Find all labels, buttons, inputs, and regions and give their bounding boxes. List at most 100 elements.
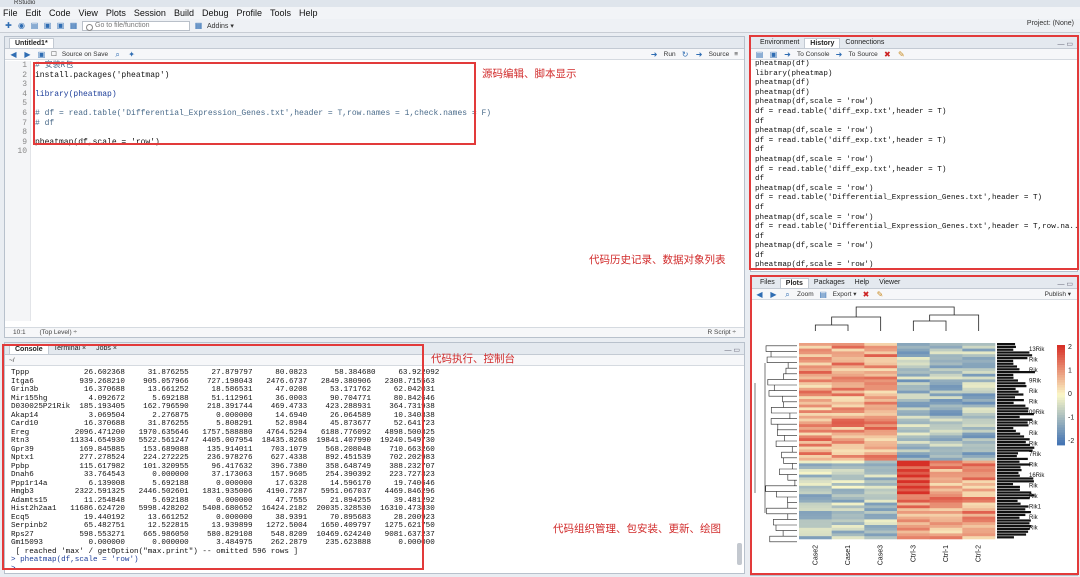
- file-type-selector[interactable]: R Script ÷: [708, 328, 737, 337]
- save-icon[interactable]: ▣: [37, 50, 46, 59]
- load-history-icon[interactable]: ▤: [755, 50, 764, 59]
- history-entry[interactable]: pheatmap(df,scale = 'row'): [755, 98, 1077, 108]
- history-entry[interactable]: pheatmap(df): [755, 89, 1077, 99]
- new-file-icon[interactable]: ✚: [4, 21, 13, 30]
- grid-icon[interactable]: ▦: [194, 21, 203, 30]
- menu-item-tools[interactable]: Tools: [270, 8, 291, 18]
- back-icon[interactable]: ◀: [9, 50, 18, 59]
- history-entry[interactable]: df = read.table('diff_exp.txt',header = …: [755, 166, 1077, 176]
- save-all-icon[interactable]: ▣: [56, 21, 65, 30]
- menu-item-debug[interactable]: Debug: [202, 8, 229, 18]
- tab-untitled1[interactable]: Untitled1*: [9, 38, 54, 48]
- history-entry[interactable]: df: [755, 204, 1077, 214]
- menu-item-view[interactable]: View: [79, 8, 98, 18]
- history-entry[interactable]: pheatmap(df): [755, 60, 1077, 70]
- code-area[interactable]: # 安装R包 install.packages('pheatmap') librar…: [35, 61, 735, 157]
- console-scrollbar[interactable]: [737, 543, 742, 565]
- history-entry[interactable]: df = read.table('diff_exp.txt',header = …: [755, 108, 1077, 118]
- history-entry[interactable]: df = read.table('diff_exp.txt',header = …: [755, 137, 1077, 147]
- history-entry[interactable]: pheatmap(df,scale = 'row'): [755, 127, 1077, 137]
- tab-viewer[interactable]: Viewer: [874, 278, 905, 288]
- history-entry[interactable]: pheatmap(df,scale = 'row'): [755, 185, 1077, 195]
- source-on-save-checkbox[interactable]: ☐: [51, 50, 57, 58]
- menu-item-plots[interactable]: Plots: [106, 8, 126, 18]
- wand-icon[interactable]: ✦: [127, 50, 136, 59]
- code-line[interactable]: install.packages('pheatmap'): [35, 71, 735, 81]
- zoom-button[interactable]: Zoom: [797, 291, 814, 298]
- source-icon[interactable]: ➜: [695, 50, 704, 59]
- history-entry[interactable]: df = read.table('Differential_Expression…: [755, 223, 1077, 233]
- history-list[interactable]: pheatmap(df) library(pheatmap) pheatmap(df…: [755, 60, 1077, 270]
- minimize-icon[interactable]: — ▭: [1057, 280, 1073, 288]
- code-line[interactable]: [35, 99, 735, 109]
- forward-icon[interactable]: ▶: [23, 50, 32, 59]
- run-icon[interactable]: ➜: [650, 50, 659, 59]
- source-button[interactable]: Source: [709, 51, 730, 58]
- zoom-icon[interactable]: ⌕: [783, 290, 792, 299]
- code-line[interactable]: # df = read.table('Differential_Expressi…: [35, 109, 735, 119]
- goto-file-input[interactable]: Go to file/function: [82, 20, 190, 31]
- tab-packages[interactable]: Packages: [809, 278, 850, 288]
- minimize-icon[interactable]: — ▭: [724, 346, 740, 354]
- code-line[interactable]: [35, 147, 735, 157]
- history-entry[interactable]: library(pheatmap): [755, 70, 1077, 80]
- remove-plot-icon[interactable]: ✖: [861, 290, 870, 299]
- tab-help[interactable]: Help: [850, 278, 874, 288]
- history-entry[interactable]: pheatmap(df,scale = 'row'): [755, 156, 1077, 166]
- code-line[interactable]: library(pheatmap): [35, 90, 735, 100]
- remove-icon[interactable]: ✖: [883, 50, 892, 59]
- broom-icon[interactable]: ✎: [897, 50, 906, 59]
- to-console-icon[interactable]: ➜: [783, 50, 792, 59]
- history-entry[interactable]: pheatmap(df,scale = 'row'): [755, 242, 1077, 252]
- menu-item-profile[interactable]: Profile: [237, 8, 263, 18]
- print-icon[interactable]: ▦: [69, 21, 78, 30]
- history-entry[interactable]: df: [755, 118, 1077, 128]
- new-project-icon[interactable]: ◉: [17, 21, 26, 30]
- export-menu[interactable]: Export ▾: [833, 290, 857, 298]
- run-button[interactable]: Run: [664, 51, 676, 58]
- open-file-icon[interactable]: ▤: [30, 21, 39, 30]
- history-entry[interactable]: pheatmap(df,scale = 'row'): [755, 214, 1077, 224]
- menu-item-file[interactable]: File: [3, 8, 18, 18]
- code-line[interactable]: [35, 128, 735, 138]
- tab-history[interactable]: History: [804, 38, 841, 48]
- export-icon[interactable]: ▤: [819, 290, 828, 299]
- project-menu[interactable]: Project: (None): [1027, 20, 1074, 27]
- code-line[interactable]: # 安装R包: [35, 61, 735, 71]
- scope-selector[interactable]: (Top Level) ÷: [39, 329, 77, 336]
- addins-menu[interactable]: Addins ▾: [207, 22, 234, 30]
- to-console-button[interactable]: To Console: [797, 51, 830, 58]
- search-icon[interactable]: ⌕: [113, 50, 122, 59]
- broom-icon[interactable]: ✎: [875, 290, 884, 299]
- code-line[interactable]: pheatmap(df,scale = 'row'): [35, 138, 735, 148]
- to-source-button[interactable]: To Source: [849, 51, 878, 58]
- menu-item-help[interactable]: Help: [299, 8, 318, 18]
- outline-icon[interactable]: ≡: [734, 51, 738, 58]
- tab-environment[interactable]: Environment: [755, 38, 804, 48]
- tab-plots[interactable]: Plots: [779, 278, 809, 288]
- code-line[interactable]: [35, 80, 735, 90]
- next-plot-icon[interactable]: ▶: [769, 290, 778, 299]
- rerun-icon[interactable]: ↻: [681, 50, 690, 59]
- publish-menu[interactable]: Publish ▾: [1045, 290, 1071, 298]
- minimize-icon[interactable]: — ▭: [1057, 40, 1073, 48]
- history-entry[interactable]: df: [755, 175, 1077, 185]
- code-line[interactable]: # df: [35, 119, 735, 129]
- history-entry[interactable]: df: [755, 146, 1077, 156]
- tab-jobs[interactable]: Jobs ×: [91, 344, 122, 354]
- tab-console[interactable]: Console: [9, 344, 49, 354]
- menu-item-build[interactable]: Build: [174, 8, 194, 18]
- save-history-icon[interactable]: ▣: [769, 50, 778, 59]
- to-source-icon[interactable]: ➜: [835, 50, 844, 59]
- history-entry[interactable]: pheatmap(df,scale = 'row'): [755, 261, 1077, 270]
- menu-item-edit[interactable]: Edit: [26, 8, 42, 18]
- history-entry[interactable]: df: [755, 233, 1077, 243]
- tab-files[interactable]: Files: [755, 278, 780, 288]
- tab-connections[interactable]: Connections: [840, 38, 889, 48]
- console-output[interactable]: Tppp 26.602368 31.876255 27.879797 80.08…: [11, 369, 731, 573]
- history-entry[interactable]: df: [755, 252, 1077, 262]
- history-entry[interactable]: pheatmap(df): [755, 79, 1077, 89]
- history-entry[interactable]: df = read.table('Differential_Expression…: [755, 194, 1077, 204]
- prev-plot-icon[interactable]: ◀: [755, 290, 764, 299]
- menu-item-session[interactable]: Session: [134, 8, 166, 18]
